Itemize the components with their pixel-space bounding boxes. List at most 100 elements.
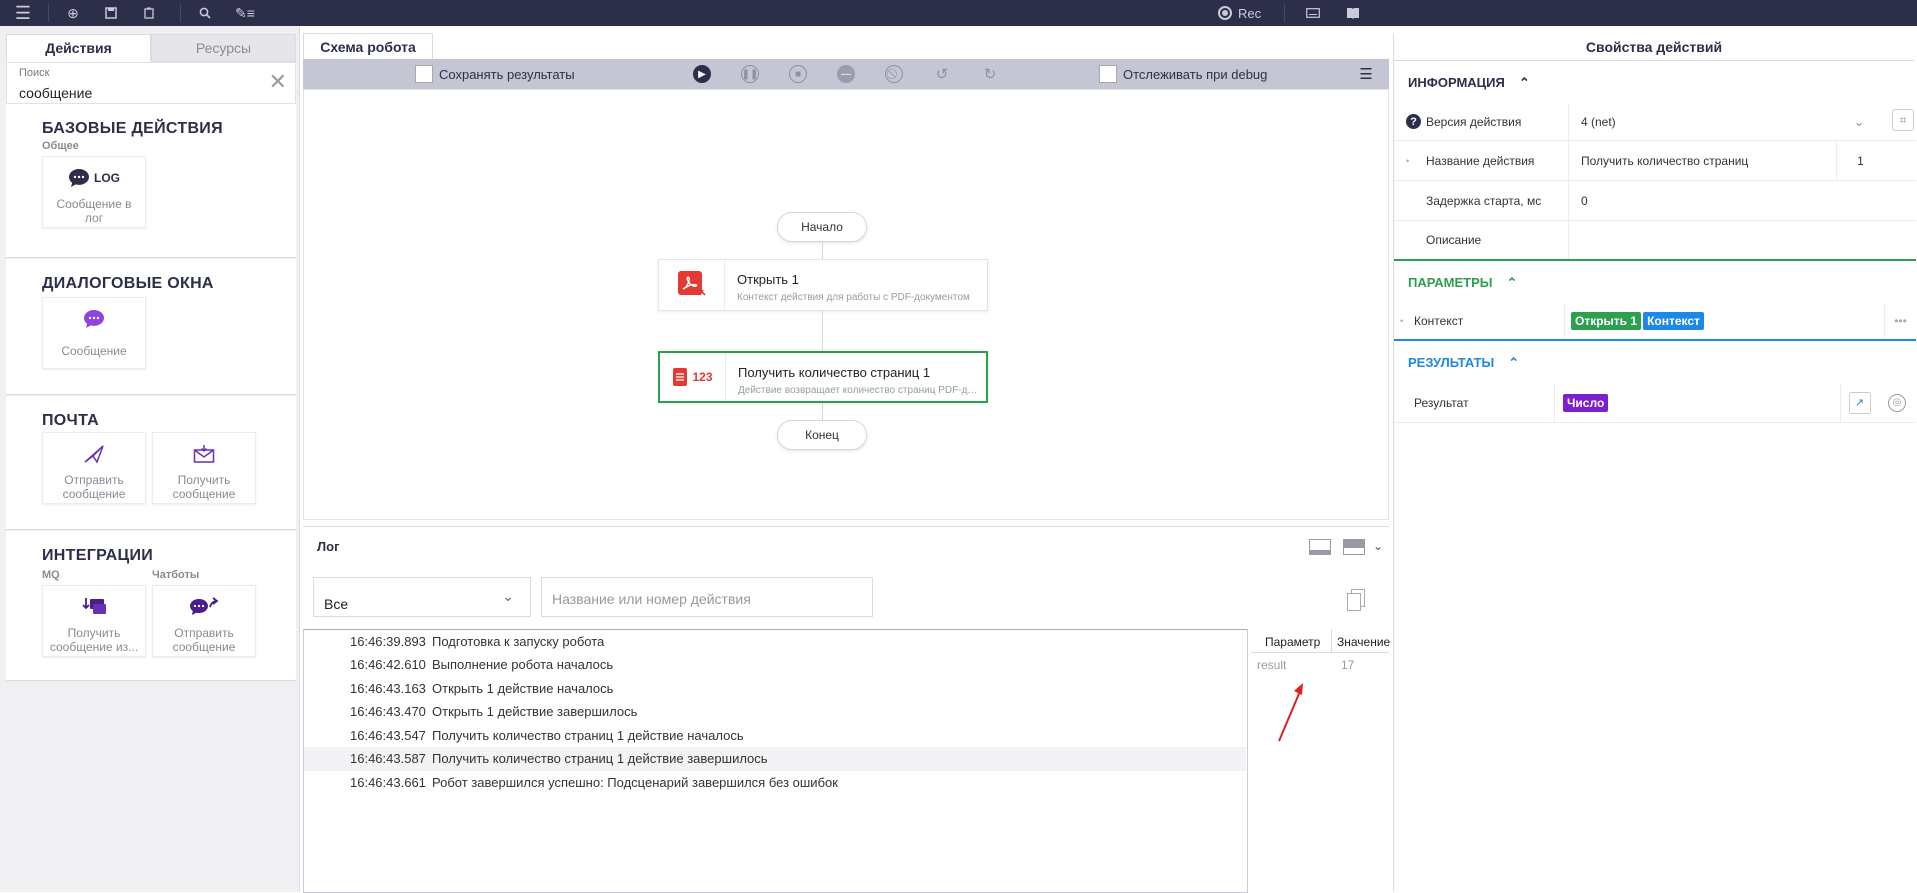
log-time: 16:46:43.547 — [350, 728, 426, 743]
layout-split-icon[interactable] — [1343, 539, 1365, 555]
edit-list-icon[interactable]: ✎≡ — [232, 0, 258, 26]
keyboard-icon[interactable] — [1300, 0, 1326, 26]
log-list: 16:46:39.893 Подготовка к запуску робота … — [303, 629, 1248, 893]
cancel-icon[interactable]: ⃠ — [885, 65, 903, 83]
row-marker-icon: • — [1400, 316, 1404, 326]
copy-icon[interactable] — [1347, 589, 1365, 611]
left-tabs: Действия Ресурсы — [6, 34, 296, 62]
page-count-icon-text: 123 — [692, 370, 713, 384]
log-row[interactable]: 16:46:43.163 Открыть 1 действие началось — [304, 677, 1246, 701]
clear-search-icon[interactable]: ✕ — [269, 71, 287, 93]
page-count-icon: 123 — [660, 353, 726, 401]
log-message: Получить количество страниц 1 действие н… — [432, 728, 744, 743]
action-card-chatbot-send[interactable]: Отправить сообщение — [152, 585, 256, 657]
track-debug-checkbox[interactable] — [1099, 65, 1117, 83]
play-icon[interactable]: ▶ — [693, 65, 711, 83]
info-title: ИНФОРМАЦИЯ — [1408, 75, 1505, 90]
chevron-up-icon: ⌃ — [1506, 275, 1518, 290]
log-time: 16:46:43.163 — [350, 681, 426, 696]
params-title: ПАРАМЕТРЫ — [1408, 275, 1493, 290]
search-input[interactable]: сообщение — [19, 85, 92, 101]
add-icon[interactable]: ⊕ — [60, 0, 86, 26]
record-button[interactable]: Rec — [1218, 0, 1261, 26]
step-forward-icon[interactable]: ↻ — [981, 65, 999, 83]
info-group-header[interactable]: ИНФОРМАЦИЯ ⌃ — [1408, 75, 1530, 91]
flow-node-page-count[interactable]: 123 Получить количество страниц 1 Действ… — [658, 351, 988, 403]
log-row[interactable]: 16:46:43.470 Открыть 1 действие завершило… — [304, 700, 1246, 724]
action-name-input[interactable]: Получить количество страниц — [1568, 141, 1836, 180]
settings-sliders-icon[interactable]: ☰ — [1357, 65, 1375, 83]
section-integrations: ИНТЕГРАЦИИ MQ Чатботы Получить сообщение… — [6, 531, 296, 681]
layout-bottom-icon[interactable] — [1309, 539, 1331, 555]
save-icon[interactable] — [98, 0, 124, 26]
action-card-receive-message[interactable]: Получить сообщение — [152, 432, 256, 504]
log-row[interactable]: 16:46:39.893 Подготовка к запуску робота — [304, 630, 1246, 654]
action-name-row: • Название действия Получить количество … — [1394, 141, 1916, 181]
search-icon[interactable] — [192, 0, 218, 26]
context-value[interactable]: Открыть 1 Контекст — [1564, 303, 1884, 339]
log-level-select[interactable]: Все ⌄ — [313, 577, 531, 617]
tab-robot-scheme[interactable]: Схема робота — [303, 33, 433, 59]
tree-icon[interactable]: ⌗ — [1892, 109, 1914, 131]
result-row: Результат Число ↗ ◎ — [1394, 383, 1916, 423]
results-group-header[interactable]: РЕЗУЛЬТАТЫ ⌃ — [1408, 355, 1519, 371]
results-title: РЕЗУЛЬТАТЫ — [1408, 355, 1495, 370]
envelope-icon — [153, 443, 255, 465]
flow-node-open[interactable]: Открыть 1 Контекст действия для работы с… — [658, 259, 988, 311]
pause-icon[interactable]: ❚❚ — [741, 65, 759, 83]
clipboard-icon[interactable] — [136, 0, 162, 26]
context-row: • Контекст Открыть 1 Контекст ••• — [1394, 303, 1916, 341]
delay-value: 0 — [1581, 193, 1588, 208]
description-input[interactable] — [1568, 221, 1884, 259]
log-time: 16:46:43.470 — [350, 704, 426, 719]
section-subtitle-chatbots: Чатботы — [152, 569, 200, 581]
section-title: ДИАЛОГОВЫЕ ОКНА — [42, 275, 214, 292]
log-badge: LOG — [94, 171, 120, 185]
delay-input[interactable]: 0 — [1568, 181, 1884, 220]
tab-resources[interactable]: Ресурсы — [151, 34, 296, 62]
delay-row: Задержка старта, мс 0 — [1394, 181, 1916, 221]
menu-icon[interactable]: ☰ — [8, 0, 38, 26]
params-divider — [1331, 629, 1332, 653]
log-row[interactable]: 16:46:43.661 Робот завершился успешно: По… — [304, 771, 1246, 795]
action-card-receive-from-queue[interactable]: Получить сообщение из... — [42, 585, 146, 657]
book-icon[interactable] — [1340, 0, 1366, 26]
log-message: Получить количество страниц 1 действие з… — [432, 751, 768, 766]
action-card-message[interactable]: Сообщение — [42, 297, 146, 369]
chat-send-icon — [153, 596, 255, 618]
step-back-icon[interactable]: ↺ — [933, 65, 951, 83]
connector — [822, 403, 823, 420]
properties-title: Свойства действий — [1394, 33, 1914, 61]
open-external-icon[interactable]: ↗ — [1840, 383, 1878, 422]
scheme-toolbar: Сохранять результаты ▶ ❚❚ ■ — ⃠ ↺ ↻ Отсл… — [303, 59, 1389, 89]
log-time: 16:46:39.893 — [350, 634, 426, 649]
node-title: Получить количество страниц 1 — [738, 365, 931, 380]
stop-icon[interactable]: ■ — [789, 65, 807, 83]
save-results-checkbox[interactable] — [415, 65, 433, 83]
version-select[interactable]: 4 (net) ⌄ — [1568, 103, 1884, 140]
context-tag-context: Контекст — [1643, 312, 1704, 330]
target-icon[interactable]: ◎ — [1878, 383, 1916, 422]
action-filter-input[interactable]: Название или номер действия — [541, 577, 873, 617]
minus-icon[interactable]: — — [837, 65, 855, 83]
log-row[interactable]: 16:46:42.610 Выполнение робота началось — [304, 653, 1246, 677]
log-time: 16:46:42.610 — [350, 657, 426, 672]
result-value[interactable]: Число — [1554, 383, 1840, 422]
log-row-selected[interactable]: 16:46:43.587 Получить количество страниц … — [304, 747, 1246, 771]
action-number[interactable]: 1 — [1836, 141, 1884, 180]
tab-actions[interactable]: Действия — [6, 34, 151, 62]
section-subtitle: Общее — [42, 140, 79, 152]
action-card-log-message[interactable]: LOG Сообщение в лог — [42, 156, 146, 228]
toolbar-separator — [1284, 4, 1285, 22]
end-node[interactable]: Конец — [777, 420, 867, 450]
chevron-down-icon[interactable]: ⌄ — [1373, 539, 1383, 553]
log-row[interactable]: 16:46:43.547 Получить количество страниц … — [304, 724, 1246, 748]
record-label: Rec — [1238, 5, 1262, 21]
start-node[interactable]: Начало — [777, 212, 867, 242]
log-message: Робот завершился успешно: Подсценарий за… — [432, 775, 838, 790]
params-group-header[interactable]: ПАРАМЕТРЫ ⌃ — [1408, 275, 1517, 291]
search-field[interactable]: Поиск сообщение ✕ — [6, 62, 296, 104]
help-icon[interactable]: ? — [1406, 103, 1421, 140]
more-icon[interactable]: ••• — [1884, 303, 1916, 339]
action-card-send-message[interactable]: Отправить сообщение — [42, 432, 146, 504]
